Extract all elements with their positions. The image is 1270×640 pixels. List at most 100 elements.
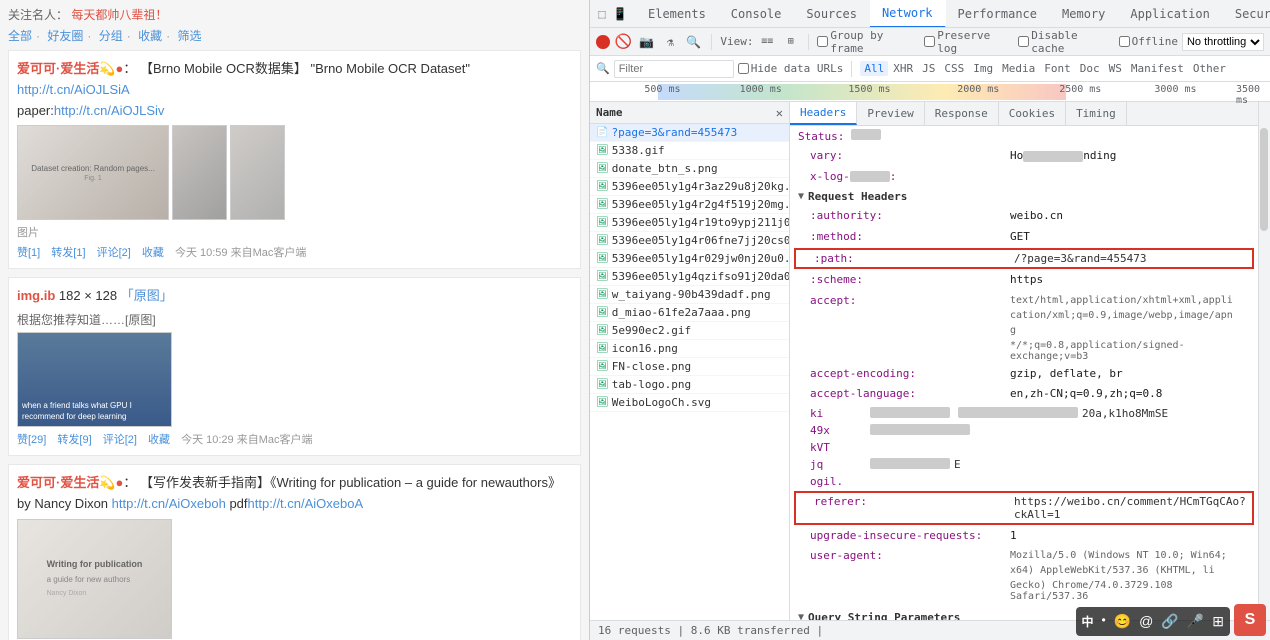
file-item-10[interactable]: 🖼 d_miao-61fe2a7aaa.png xyxy=(590,304,789,322)
vertical-scrollbar[interactable] xyxy=(1258,102,1270,620)
upgrade-header: upgrade-insecure-requests: 1 xyxy=(790,526,1258,547)
filter-font[interactable]: Font xyxy=(1040,61,1075,76)
file-item-15[interactable]: 🖼 WeiboLogoCh.svg xyxy=(590,394,789,412)
top-bar-link[interactable]: 每天都帅八辈祖！ xyxy=(71,8,167,22)
nav-friends[interactable]: 好友圈 xyxy=(47,29,91,43)
file-item-12[interactable]: 🖼 icon16.png xyxy=(590,340,789,358)
hide-data-urls-checkbox[interactable]: Hide data URLs xyxy=(738,62,844,75)
post-1-time: 今天 10:59 来自Mac客户端 xyxy=(175,247,306,259)
file-item-2[interactable]: 🖼 donate_btn_s.png xyxy=(590,160,789,178)
tab-console[interactable]: Console xyxy=(719,0,795,28)
post-1-link1[interactable]: http://t.cn/AiOJLSiA xyxy=(17,82,130,97)
post-3-body: 爱可可·爱生活💫●： 【写作发表新手指南】《Writing for public… xyxy=(17,473,572,515)
filter-css[interactable]: CSS xyxy=(940,61,968,76)
group-by-frame-checkbox[interactable]: Group by frame xyxy=(817,29,920,55)
file-item-1[interactable]: 🖼 5338.gif xyxy=(590,142,789,160)
scroll-thumb xyxy=(1260,128,1268,232)
post-2-img-link[interactable]: [原图] xyxy=(125,313,156,327)
request-headers-section[interactable]: ▼ Request Headers xyxy=(790,187,1258,206)
file-item-14[interactable]: 🖼 tab-logo.png xyxy=(590,376,789,394)
throttling-select[interactable]: No throttling xyxy=(1182,33,1264,51)
view-label: View: xyxy=(720,35,753,48)
filter-icon[interactable]: ⚗ xyxy=(661,32,680,52)
post-1-link2[interactable]: http://t.cn/AiOJLSiv xyxy=(54,103,165,118)
post-3-link2[interactable]: http://t.cn/AiOxeboA xyxy=(248,496,364,511)
post-2-collect[interactable]: 收藏 xyxy=(148,434,170,446)
filter-input[interactable] xyxy=(614,60,734,78)
filter-xhr[interactable]: XHR xyxy=(889,61,917,76)
file-item-11[interactable]: 🖼 5e990ec2.gif xyxy=(590,322,789,340)
preserve-log-checkbox[interactable]: Preserve log xyxy=(924,29,1014,55)
record-button[interactable] xyxy=(596,35,610,49)
weibo-feed[interactable]: 关注名人： 每天都帅八辈祖！ 全部 好友圈 分组 收藏 筛选 爱可可·爱生活💫●… xyxy=(0,0,590,640)
filter-doc[interactable]: Doc xyxy=(1076,61,1104,76)
camera-button[interactable]: 📷 xyxy=(637,32,656,52)
offline-checkbox[interactable]: Offline xyxy=(1119,35,1178,48)
float-icon-mic[interactable]: 🎤 xyxy=(1185,611,1206,632)
xlog-header: x-log-: xyxy=(790,167,1258,188)
nav-groups[interactable]: 分组 xyxy=(99,29,131,43)
post-2-repost[interactable]: 转发[9] xyxy=(57,434,91,446)
nav-all[interactable]: 全部 xyxy=(8,29,40,43)
float-icon-emoji[interactable]: 😊 xyxy=(1112,611,1133,632)
file-item-7[interactable]: 🖼 5396ee05ly1g4r029jw0nj20u0... xyxy=(590,250,789,268)
details-tab-response[interactable]: Response xyxy=(925,102,999,125)
status-row: Status: xyxy=(790,126,1258,146)
filter-media[interactable]: Media xyxy=(998,61,1039,76)
devtools-device-icon[interactable]: 📱 xyxy=(612,6,628,22)
post-2-username[interactable]: img.ib xyxy=(17,288,55,303)
post-2-like[interactable]: 赞[29] xyxy=(17,434,46,446)
details-tab-timing[interactable]: Timing xyxy=(1066,102,1127,125)
post-2-comment[interactable]: 评论[2] xyxy=(103,434,137,446)
post-1-username[interactable]: 爱可可·爱生活💫● xyxy=(17,61,123,76)
tab-performance[interactable]: Performance xyxy=(946,0,1050,28)
file-item-9[interactable]: 🖼 w_taiyang-90b439dadf.png xyxy=(590,286,789,304)
search-icon[interactable]: 🔍 xyxy=(684,32,703,52)
tab-elements[interactable]: Elements xyxy=(636,0,719,28)
nav-filter[interactable]: 筛选 xyxy=(177,29,205,43)
filter-js[interactable]: JS xyxy=(918,61,939,76)
details-tab-preview[interactable]: Preview xyxy=(857,102,924,125)
devtools-inspect-icon[interactable]: ⬚ xyxy=(594,6,610,22)
filter-all[interactable]: All xyxy=(860,61,888,76)
clear-button[interactable]: 🚫 xyxy=(614,32,633,52)
post-1-like[interactable]: 赞[1] xyxy=(17,247,40,259)
float-icon-link[interactable]: 🔗 xyxy=(1159,611,1180,632)
file-item-13[interactable]: 🖼 FN-close.png xyxy=(590,358,789,376)
tab-application[interactable]: Application xyxy=(1118,0,1222,28)
float-icon-zh[interactable]: 中 xyxy=(1080,611,1096,632)
float-icon-expand[interactable]: ⊞ xyxy=(1210,611,1226,632)
file-item-4[interactable]: 🖼 5396ee05ly1g4r2g4f519j20mg... xyxy=(590,196,789,214)
details-tab-headers[interactable]: Headers xyxy=(790,102,857,125)
view-tree-icon[interactable]: ⊞ xyxy=(781,32,800,52)
filter-img[interactable]: Img xyxy=(969,61,997,76)
view-list-icon[interactable]: ≡≡ xyxy=(758,32,777,52)
file-item-8[interactable]: 🖼 5396ee05ly1g4qzifso91j20da0... xyxy=(590,268,789,286)
details-tab-cookies[interactable]: Cookies xyxy=(999,102,1066,125)
filter-other[interactable]: Other xyxy=(1189,61,1230,76)
blurred-row-2: 49x xyxy=(790,422,1258,439)
filter-ws[interactable]: WS xyxy=(1105,61,1126,76)
tab-memory[interactable]: Memory xyxy=(1050,0,1118,28)
post-2-original[interactable]: 「原图」 xyxy=(121,288,173,303)
file-item-6[interactable]: 🖼 5396ee05ly1g4r06fne7jj20cs0... xyxy=(590,232,789,250)
tab-network[interactable]: Network xyxy=(870,0,946,28)
post-1-repost[interactable]: 转发[1] xyxy=(51,247,85,259)
float-icon-at[interactable]: @ xyxy=(1137,611,1155,632)
filter-manifest[interactable]: Manifest xyxy=(1127,61,1188,76)
float-icon-dot[interactable]: • xyxy=(1100,611,1108,632)
post-3-link1[interactable]: http://t.cn/AiOxeboh xyxy=(112,496,226,511)
tab-security[interactable]: Security xyxy=(1223,0,1270,28)
disable-cache-checkbox[interactable]: Disable cache xyxy=(1018,29,1114,55)
file-item-0[interactable]: 📄 ?page=3&rand=455473 xyxy=(590,124,789,142)
weibo-float-logo[interactable]: S xyxy=(1234,604,1266,636)
post-3-username[interactable]: 爱可可·爱生活💫● xyxy=(17,475,123,490)
tab-sources[interactable]: Sources xyxy=(794,0,870,28)
post-1-comment[interactable]: 评论[2] xyxy=(97,247,131,259)
post-1-collect[interactable]: 收藏 xyxy=(142,247,164,259)
request-headers-label: Request Headers xyxy=(808,190,907,203)
nav-collect[interactable]: 收藏 xyxy=(138,29,170,43)
file-item-3[interactable]: 🖼 5396ee05ly1g4r3az29u8j20kg... xyxy=(590,178,789,196)
close-details-button[interactable]: ✕ xyxy=(776,106,783,120)
file-item-5[interactable]: 🖼 5396ee05ly1g4r19to9ypj211j0... xyxy=(590,214,789,232)
